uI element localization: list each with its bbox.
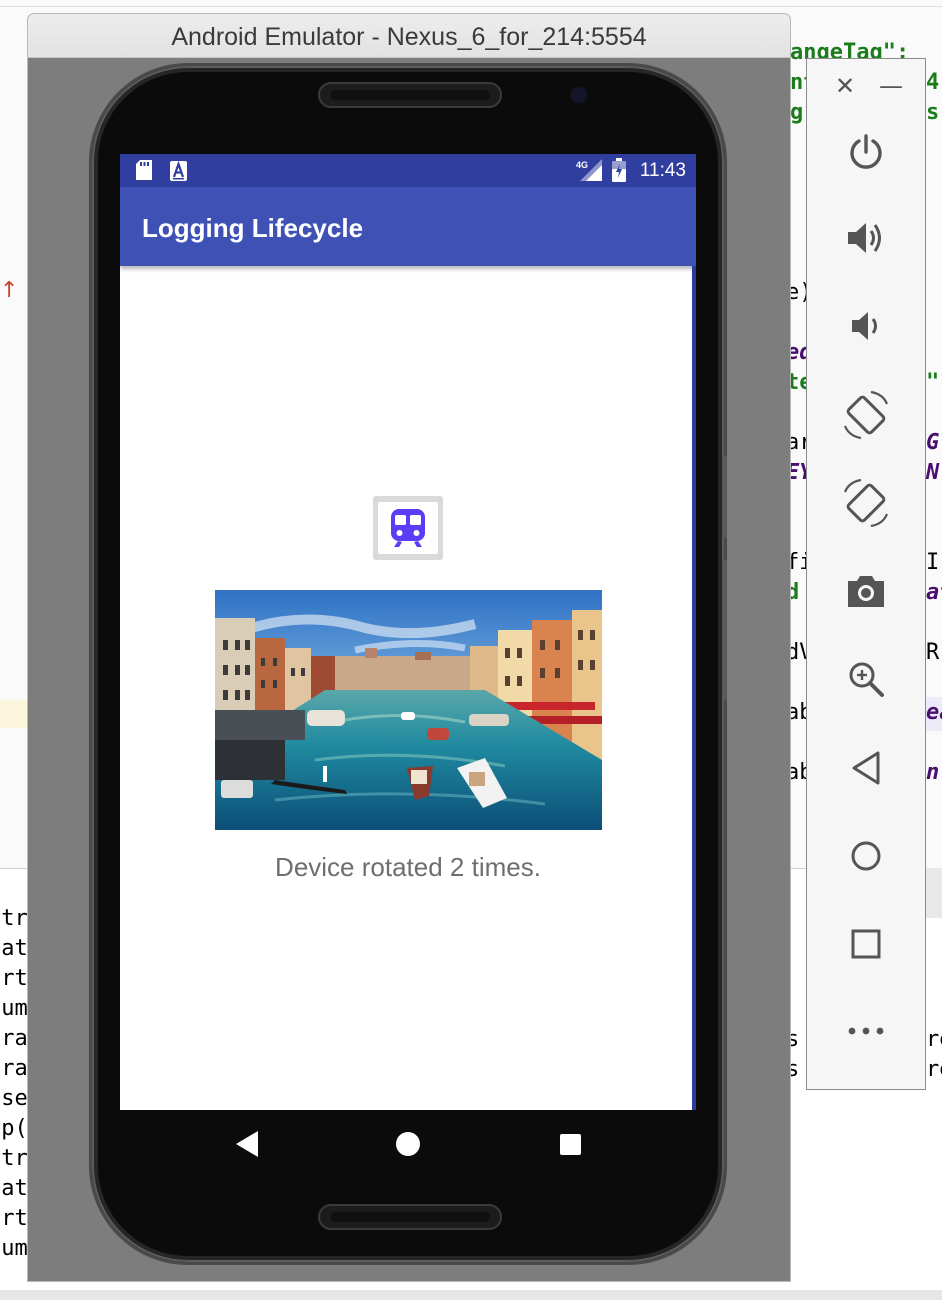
venice-grand-canal-photo	[215, 590, 602, 830]
ide-gutter-arrow-icon: ↑	[0, 278, 19, 303]
ide-log-line: use	[0, 1086, 28, 1111]
bottom-speaker	[318, 1204, 502, 1230]
zoom-button[interactable]	[807, 653, 925, 705]
close-icon[interactable]: ✕	[835, 71, 855, 101]
ide-log-line: str	[0, 1146, 28, 1171]
power-side-button	[722, 560, 727, 700]
sd-card-icon	[136, 160, 152, 185]
ide-code-fragment: "	[926, 370, 940, 395]
ide-code-fragment: re	[926, 1057, 942, 1082]
train-icon	[391, 509, 425, 547]
rotate-left-button[interactable]	[807, 387, 925, 443]
ide-code-fragment: 4	[926, 70, 940, 95]
status-time: 11:43	[639, 160, 686, 181]
ide-log-line: fra	[0, 1056, 28, 1081]
emulator-toolbar: ✕ —	[806, 58, 926, 1090]
overview-icon	[851, 929, 881, 959]
volume-up-icon	[848, 223, 881, 253]
ide-code-fragment: n.	[926, 760, 942, 785]
ide-log-line: sum	[0, 1236, 28, 1261]
recents-icon[interactable]	[560, 1134, 581, 1155]
power-button[interactable]	[807, 127, 925, 177]
screenshot-button[interactable]	[807, 565, 925, 617]
rotate-left-icon	[843, 390, 889, 440]
top-speaker	[318, 82, 502, 108]
ide-code-fragment: I(	[926, 550, 942, 575]
ide-code-fragment: N.	[926, 460, 942, 485]
ide-log-line: art	[0, 1206, 28, 1231]
ide-status-bar	[0, 1290, 942, 1300]
rotate-right-icon	[843, 478, 889, 528]
volume-up-button[interactable]	[807, 213, 925, 263]
home-icon	[851, 841, 881, 871]
back-icon[interactable]	[236, 1131, 258, 1157]
ide-log-line: eat	[0, 936, 28, 961]
emulator-back-button[interactable]	[807, 743, 925, 793]
emulator-overview-button[interactable]	[807, 919, 925, 969]
status-bar: 4G 11:43	[120, 154, 696, 187]
camera-icon	[848, 576, 884, 607]
volume-side-button	[722, 456, 727, 538]
minimize-icon[interactable]: —	[879, 71, 903, 101]
ide-log-line: art	[0, 966, 28, 991]
ide-log-line: sum	[0, 996, 28, 1021]
ide-code-fragment: R	[926, 640, 940, 665]
ide-log-line: eat	[0, 1176, 28, 1201]
ide-code-fragment: Gl	[926, 430, 942, 455]
screen-edge	[692, 266, 696, 1110]
volume-down-button[interactable]	[807, 301, 925, 351]
font-a-icon	[170, 160, 187, 186]
ide-code-fragment: at	[926, 580, 942, 605]
ide-divider	[0, 6, 942, 7]
ide-code-fragment: ea	[926, 700, 942, 725]
more-button[interactable]	[807, 1009, 925, 1053]
app-toolbar: Logging Lifecycle	[120, 187, 696, 266]
emulator-home-button[interactable]	[807, 831, 925, 881]
ide-code-fragment: re	[926, 1027, 942, 1052]
rotate-right-button[interactable]	[807, 475, 925, 531]
rotation-count-text: Device rotated 2 times.	[275, 852, 541, 882]
home-icon[interactable]	[396, 1132, 420, 1156]
ide-code-fragment: s	[926, 100, 940, 125]
volume-down-icon	[852, 312, 877, 340]
power-icon	[850, 134, 882, 169]
back-icon	[852, 751, 880, 785]
emulator-title: Android Emulator - Nexus_6_for_214:5554	[171, 23, 647, 51]
signal-4g-icon: 4G	[576, 159, 602, 186]
network-label: 4G	[576, 160, 588, 170]
ide-log-line: str	[0, 906, 28, 931]
front-camera	[572, 88, 586, 102]
battery-icon	[612, 158, 626, 187]
zoom-icon	[849, 662, 884, 697]
ide-panel-header	[926, 868, 942, 918]
emulator-titlebar[interactable]: Android Emulator - Nexus_6_for_214:5554	[28, 14, 790, 58]
more-icon	[848, 1027, 884, 1035]
ide-log-line: fra	[0, 1026, 28, 1051]
device-screen[interactable]: 4G 11:43 Logging Lifecycle Device rotate…	[120, 154, 696, 1110]
ide-line-highlight	[0, 700, 30, 728]
train-image-button[interactable]	[373, 496, 443, 560]
ide-log-line: op(	[0, 1116, 28, 1141]
app-title: Logging Lifecycle	[142, 213, 364, 243]
